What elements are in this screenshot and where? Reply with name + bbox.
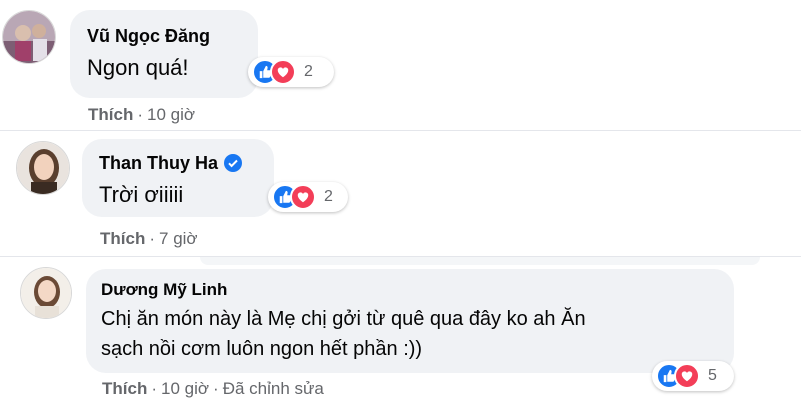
like-link[interactable]: Thích [102, 379, 147, 398]
love-icon [290, 184, 316, 210]
comment-item: Dương Mỹ Linh Chị ăn món này là Mẹ chị g… [0, 257, 801, 401]
previous-bubble-edge [200, 257, 760, 265]
like-link[interactable]: Thích [88, 105, 133, 124]
comment-bubble: Dương Mỹ Linh Chị ăn món này là Mẹ chị g… [86, 269, 734, 373]
love-icon [270, 59, 296, 85]
love-icon [674, 363, 700, 389]
comment-meta: Thích · 7 giờ [100, 229, 198, 248]
verified-badge-icon [224, 154, 243, 177]
avatar[interactable] [16, 141, 70, 195]
reaction-count: 5 [708, 367, 717, 384]
comment-text: Trời ơiiiii [99, 182, 184, 207]
avatar[interactable] [20, 267, 72, 319]
reaction-summary[interactable]: 2 [248, 57, 334, 87]
reaction-count: 2 [324, 188, 333, 205]
comment-time[interactable]: 7 giờ [159, 229, 198, 248]
comment-meta: Thích · 10 giờ · Đã chỉnh sửa [102, 379, 324, 398]
comment-text-line: sạch nồi cơm luôn ngon hết phần :)) [101, 338, 423, 360]
comment-text-line: Chị ăn món này là Mẹ chị gởi từ quê qua … [101, 308, 586, 330]
comment-time[interactable]: 10 giờ [161, 379, 209, 398]
edited-label[interactable]: Đã chỉnh sửa [223, 379, 324, 398]
comment-author[interactable]: Vũ Ngọc Đăng [87, 26, 210, 47]
like-link[interactable]: Thích [100, 229, 145, 248]
comment-time[interactable]: 10 giờ [147, 105, 195, 124]
comment-text: Ngon quá! [87, 55, 189, 80]
comment-bubble: Vũ Ngọc Đăng Ngon quá! [70, 10, 258, 98]
comment-author[interactable]: Dương Mỹ Linh [101, 280, 227, 300]
avatar[interactable] [2, 10, 56, 64]
reaction-count: 2 [304, 63, 313, 80]
comment-meta: Thích · 10 giờ [88, 105, 196, 124]
comment-item: Vũ Ngọc Đăng Ngon quá! 2 Thích · 10 giờ [0, 0, 801, 131]
reaction-summary[interactable]: 5 [652, 361, 734, 391]
comment-bubble: Than Thuy Ha Trời ơiiiii [82, 139, 274, 217]
reaction-summary[interactable]: 2 [268, 182, 348, 212]
comment-author[interactable]: Than Thuy Ha [99, 153, 243, 177]
comment-item: Than Thuy Ha Trời ơiiiii 2 Thích · 7 giờ [0, 131, 801, 257]
